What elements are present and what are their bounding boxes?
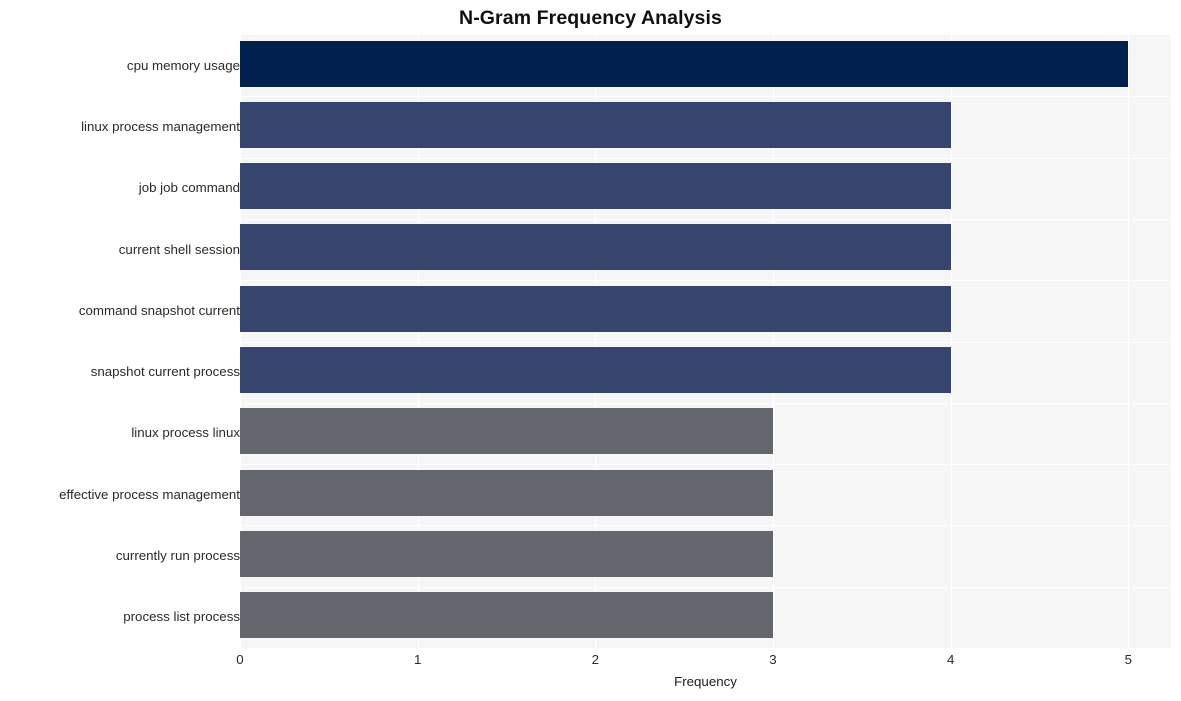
bar[interactable] [240, 224, 951, 271]
bar[interactable] [240, 469, 773, 516]
y-tick-label: linux process linux [131, 425, 240, 441]
bar[interactable] [240, 40, 1129, 87]
y-tick-label: linux process management [81, 118, 240, 134]
ngram-frequency-chart: N-Gram Frequency Analysis cpu memory usa… [0, 0, 1181, 701]
y-tick-label: command snapshot current [78, 302, 240, 318]
bar-row [240, 35, 1171, 92]
bar[interactable] [240, 530, 773, 577]
y-tick-label: currently run process [115, 548, 240, 564]
bar-row [240, 587, 1171, 644]
bar-row [240, 403, 1171, 460]
bar-row [240, 158, 1171, 215]
bar-row [240, 342, 1171, 399]
bar-row [240, 96, 1171, 153]
x-tick-label: 1 [413, 652, 422, 667]
x-tick-label: 0 [236, 652, 244, 667]
bar[interactable] [240, 163, 951, 210]
y-tick-label: cpu memory usage [126, 57, 240, 73]
x-tick-label: 4 [946, 652, 955, 667]
chart-title: N-Gram Frequency Analysis [459, 7, 722, 29]
x-axis-label: Frequency [674, 674, 737, 689]
plot-area [240, 35, 1171, 648]
y-tick-label: effective process management [59, 486, 240, 502]
bar-row [240, 525, 1171, 582]
y-axis-tick-labels: cpu memory usage linux process management… [0, 35, 240, 648]
x-tick-label: 3 [769, 652, 777, 667]
x-axis-tick-labels: 0 1 2 3 4 5 [236, 648, 1171, 674]
bar-row [240, 219, 1171, 276]
bar[interactable] [240, 101, 951, 148]
y-tick-label: job job command [138, 180, 240, 196]
y-tick-label: current shell session [118, 241, 240, 257]
bar[interactable] [240, 285, 951, 332]
bar-row [240, 464, 1171, 521]
y-tick-label: snapshot current process [90, 364, 240, 380]
bar-row [240, 280, 1171, 337]
x-tick-label: 5 [1124, 652, 1133, 667]
bar[interactable] [240, 408, 773, 455]
x-tick-label: 2 [591, 652, 600, 667]
bar[interactable] [240, 347, 951, 393]
bar[interactable] [240, 592, 773, 639]
y-tick-label: process list process [123, 609, 240, 625]
